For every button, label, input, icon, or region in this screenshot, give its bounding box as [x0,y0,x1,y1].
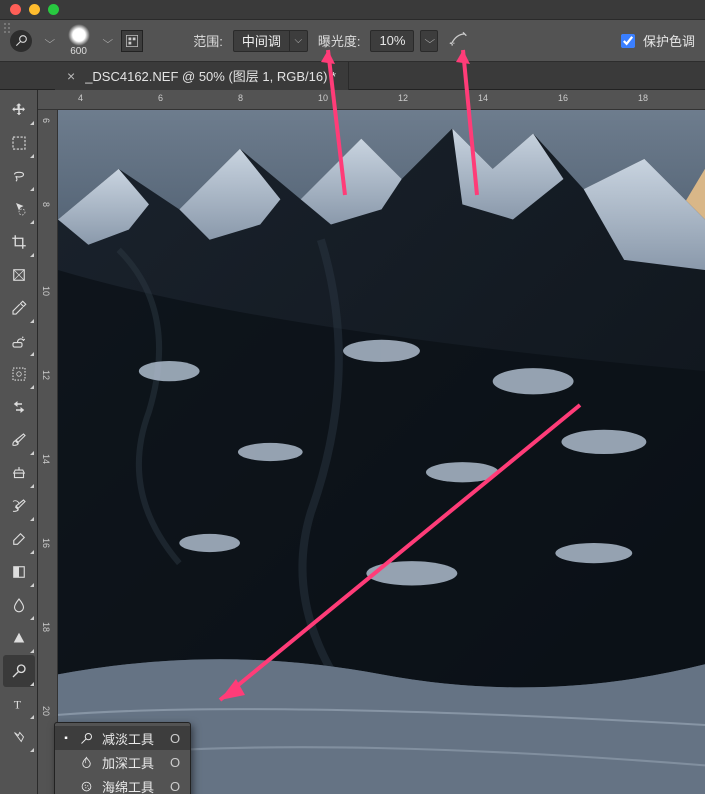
close-tab-button[interactable]: × [67,68,75,84]
sponge-icon [79,779,94,794]
ruler-tick: 4 [78,93,83,103]
flyout-item-dodge[interactable]: ▪ 减淡工具 O [55,726,190,750]
vertical-ruler[interactable]: 6 8 10 12 14 16 18 20 [38,110,58,794]
gear-tool[interactable] [3,358,35,390]
flyout-label: 海绵工具 [102,777,154,794]
airbrush-toggle[interactable] [448,29,468,52]
flyout-shortcut: O [170,779,180,794]
flyout-label: 减淡工具 [102,729,154,748]
exposure-dropdown[interactable]: ⌵ [420,30,438,52]
range-label: 范围: [193,31,223,50]
document-title: _DSC4162.NEF @ 50% (图层 1, RGB/16) * [85,66,336,85]
ruler-tick: 14 [478,93,488,103]
minimize-window-button[interactable] [29,4,40,15]
brush-preset-picker[interactable]: 600 [64,24,94,57]
flyout-item-sponge[interactable]: 海绵工具 O [55,774,190,794]
eraser-tool[interactable] [3,523,35,555]
dodge-icon [79,731,94,746]
ruler-tick: 6 [41,118,51,123]
ruler-tick: 6 [158,93,163,103]
quick-select-tool[interactable] [3,193,35,225]
history-brush-tool[interactable] [3,490,35,522]
ruler-tick: 8 [238,93,243,103]
toolbar: T [0,90,38,794]
frame-tool[interactable] [3,259,35,291]
ruler-tick: 18 [638,93,648,103]
blur-tool[interactable] [3,589,35,621]
ruler-tick: 10 [318,93,328,103]
ruler-tick: 8 [41,202,51,207]
svg-text:T: T [13,698,21,712]
close-window-button[interactable] [10,4,21,15]
range-select[interactable]: 中间调 ⌵ [233,30,308,52]
exposure-input[interactable]: 10% [370,30,414,52]
flyout-label: 加深工具 [102,753,154,772]
grab-handle[interactable] [3,22,13,32]
protect-tones-label: 保护色调 [643,31,695,50]
window-controls [0,0,705,20]
protect-tones-checkbox[interactable]: 保护色调 [617,31,695,51]
brush-tool[interactable] [3,424,35,456]
brush-size-label: 600 [70,46,87,57]
zoom-window-button[interactable] [48,4,59,15]
ruler-tick: 12 [398,93,408,103]
brush-preview-icon [68,24,90,46]
exposure-label: 曝光度: [318,31,361,50]
rectangle-tool[interactable] [3,721,35,753]
shape-tool[interactable] [3,622,35,654]
options-bar: ⌵ 600 ⌵ 范围: 中间调 ⌵ 曝光度: 10% ⌵ 保护色调 [0,20,705,62]
document-canvas[interactable] [58,110,705,794]
marquee-tool[interactable] [3,127,35,159]
horizontal-ruler[interactable]: 4 6 8 10 12 14 16 18 [38,90,705,110]
document-tab[interactable]: × _DSC4162.NEF @ 50% (图层 1, RGB/16) * [55,62,349,90]
tool-preset-dropdown[interactable]: ⌵ [44,35,55,46]
canvas-image [58,110,705,794]
protect-tones-input[interactable] [621,34,635,48]
flyout-shortcut: O [170,755,180,770]
brush-panel-button[interactable] [121,30,143,52]
dodge-tool-flyout: ▪ 减淡工具 O 加深工具 O 海绵工具 O [54,722,191,794]
dodge-tool[interactable] [3,655,35,687]
swap-tool[interactable] [3,391,35,423]
ruler-tick: 20 [41,706,51,716]
ruler-tick: 16 [41,538,51,548]
current-tool-icon[interactable] [10,30,32,52]
ruler-tick: 14 [41,454,51,464]
clone-stamp-tool[interactable] [3,457,35,489]
active-marker: ▪ [61,733,71,744]
ruler-tick: 10 [41,286,51,296]
lasso-tool[interactable] [3,160,35,192]
eyedropper-tool[interactable] [3,292,35,324]
range-value: 中间调 [234,31,289,50]
move-tool[interactable] [3,94,35,126]
flyout-item-burn[interactable]: 加深工具 O [55,750,190,774]
ruler-tick: 12 [41,370,51,380]
healing-brush-tool[interactable] [3,325,35,357]
burn-icon [79,755,94,770]
type-tool[interactable]: T [3,688,35,720]
ruler-tick: 16 [558,93,568,103]
crop-tool[interactable] [3,226,35,258]
ruler-tick: 18 [41,622,51,632]
chevron-down-icon: ⌵ [289,31,307,51]
flyout-shortcut: O [170,731,180,746]
gradient-tool[interactable] [3,556,35,588]
document-tab-bar: × _DSC4162.NEF @ 50% (图层 1, RGB/16) * [0,62,705,90]
brush-preset-dropdown[interactable]: ⌵ [102,35,113,46]
